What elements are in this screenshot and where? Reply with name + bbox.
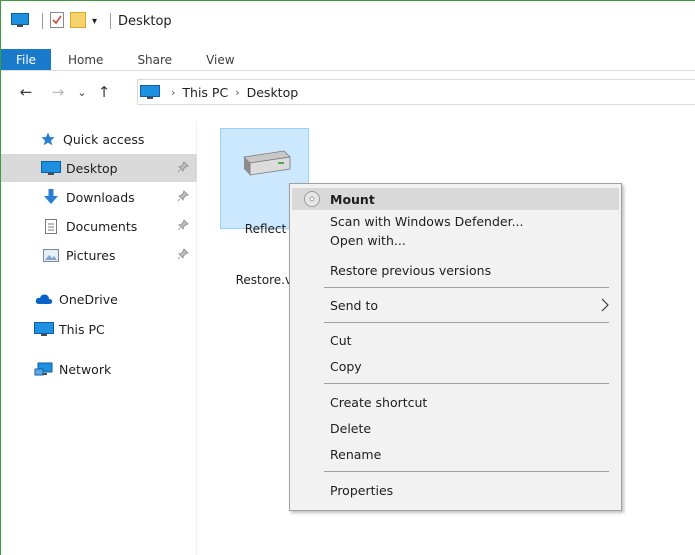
- menu-item-label: Copy: [330, 358, 362, 374]
- sidebar-item-downloads[interactable]: Downloads: [1, 183, 197, 211]
- tab-home[interactable]: Home: [51, 49, 120, 70]
- monitor-icon: [33, 322, 55, 336]
- menu-item-label: Cut: [330, 332, 352, 348]
- menu-separator: [324, 471, 609, 472]
- pin-icon[interactable]: [177, 219, 189, 234]
- up-button[interactable]: ↑: [93, 81, 115, 103]
- sidebar-item-label: Network: [59, 361, 112, 377]
- recent-locations-button[interactable]: ⌄: [71, 81, 93, 103]
- star-icon: [37, 132, 59, 146]
- back-button[interactable]: ←: [15, 81, 37, 103]
- menu-item-label: Mount: [330, 191, 375, 207]
- menu-item-delete[interactable]: Delete: [292, 417, 619, 439]
- tab-view[interactable]: View: [189, 49, 251, 70]
- sidebar-item-documents[interactable]: Documents: [1, 212, 197, 240]
- sidebar-item-quick-access[interactable]: Quick access: [1, 125, 197, 153]
- sidebar-item-label: This PC: [59, 321, 105, 337]
- customize-qat-icon[interactable]: ▾: [92, 16, 97, 27]
- breadcrumb-desktop[interactable]: Desktop: [247, 85, 299, 100]
- menu-item-mount[interactable]: Mount: [292, 188, 619, 210]
- title-bar: ▾ Desktop: [1, 1, 695, 41]
- cloud-icon: [33, 293, 55, 305]
- title-separator: [110, 13, 112, 29]
- pin-icon[interactable]: [177, 161, 189, 176]
- menu-item-create-shortcut[interactable]: Create shortcut: [292, 391, 619, 413]
- download-icon: [40, 189, 62, 205]
- tab-share[interactable]: Share: [120, 49, 189, 70]
- sidebar-item-desktop[interactable]: Desktop: [1, 154, 197, 182]
- sidebar-item-this-pc[interactable]: This PC: [1, 315, 197, 343]
- navigation-bar: ← → ⌄ ↑ › This PC › Desktop: [1, 79, 695, 105]
- monitor-icon[interactable]: [11, 12, 29, 30]
- menu-item-label: Send to: [330, 297, 379, 313]
- menu-item-label: Create shortcut: [330, 394, 428, 410]
- menu-item-rename[interactable]: Rename: [292, 443, 619, 465]
- drive-icon: [238, 147, 292, 184]
- menu-item-send-to[interactable]: Send to: [292, 294, 619, 316]
- context-menu: Mount Scan with Windows Defender... Open…: [289, 183, 622, 511]
- pin-icon[interactable]: [177, 190, 189, 205]
- document-icon: [40, 218, 62, 234]
- window-title: Desktop: [118, 13, 172, 29]
- checklist-icon[interactable]: [50, 11, 64, 31]
- sidebar-item-label: Quick access: [63, 131, 145, 147]
- menu-separator: [324, 322, 609, 323]
- sidebar-item-label: OneDrive: [59, 291, 118, 307]
- sidebar-item-pictures[interactable]: Pictures: [1, 241, 197, 269]
- sidebar-item-onedrive[interactable]: OneDrive: [1, 285, 197, 313]
- menu-item-properties[interactable]: Properties: [292, 479, 619, 501]
- breadcrumb-separator: ›: [171, 85, 176, 99]
- menu-item-copy[interactable]: Copy: [292, 355, 619, 377]
- forward-button[interactable]: →: [47, 81, 69, 103]
- pictures-icon: [40, 248, 62, 262]
- menu-item-label: Rename: [330, 446, 382, 462]
- sidebar-item-label: Desktop: [66, 160, 118, 176]
- sidebar-item-label: Pictures: [66, 247, 116, 263]
- sidebar-item-label: Downloads: [66, 189, 135, 205]
- folder-icon[interactable]: [70, 11, 86, 31]
- breadcrumb-separator: ›: [235, 85, 240, 99]
- ribbon-tabs: File Home Share View: [1, 49, 695, 71]
- menu-separator: [324, 383, 609, 384]
- disc-icon: [304, 191, 320, 210]
- menu-item-cut[interactable]: Cut: [292, 329, 619, 351]
- menu-separator: [324, 287, 609, 288]
- menu-item-scan-defender[interactable]: Scan with Windows Defender...: [292, 213, 619, 230]
- pin-icon[interactable]: [177, 248, 189, 263]
- address-bar[interactable]: › This PC › Desktop: [137, 79, 695, 105]
- explorer-window: ▾ Desktop File Home Share View ← → ⌄ ↑ ›…: [0, 0, 695, 555]
- menu-item-label: Restore previous versions: [330, 262, 492, 278]
- navigation-pane: Quick access Desktop Downloads Documents…: [1, 121, 197, 555]
- monitor-icon: [140, 85, 160, 99]
- chevron-right-icon: [601, 298, 609, 315]
- sidebar-item-network[interactable]: Network: [1, 355, 197, 383]
- menu-item-label: Scan with Windows Defender...: [330, 214, 524, 229]
- menu-item-label: Delete: [330, 420, 372, 436]
- menu-item-open-with[interactable]: Open with...: [292, 231, 619, 250]
- sidebar-item-label: Documents: [66, 218, 138, 234]
- menu-item-label: Properties: [330, 482, 394, 498]
- menu-item-restore-previous-versions[interactable]: Restore previous versions: [292, 259, 619, 281]
- network-icon: [33, 361, 55, 377]
- breadcrumb-this-pc[interactable]: This PC: [182, 85, 228, 100]
- menu-item-label: Open with...: [330, 233, 406, 248]
- title-separator: [42, 13, 43, 29]
- tab-file[interactable]: File: [1, 49, 51, 70]
- desktop-icon: [40, 161, 62, 175]
